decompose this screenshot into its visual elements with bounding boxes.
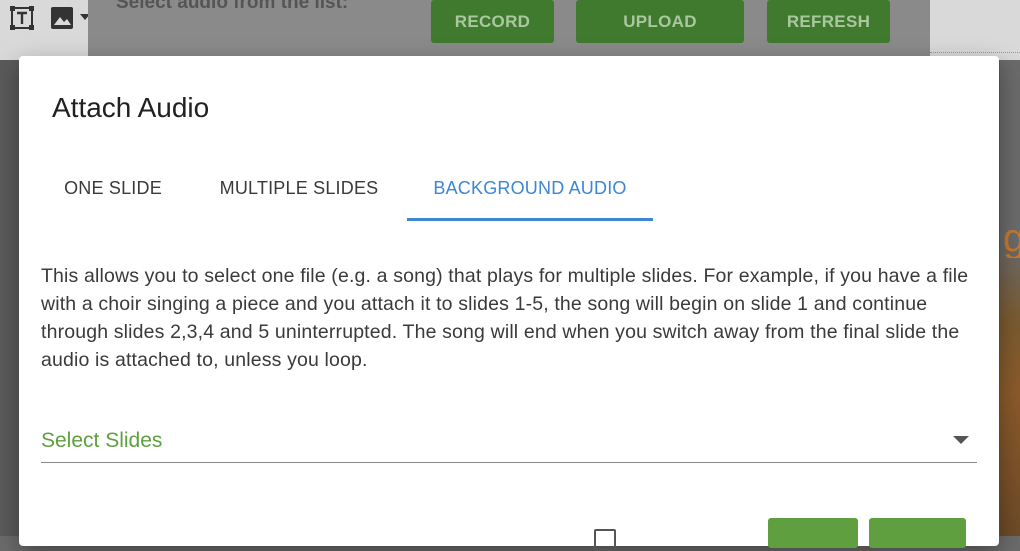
background-audio-description: This allows you to select one file (e.g.… xyxy=(41,265,969,371)
slide-preview-glyph: g xyxy=(1003,218,1020,258)
text-tool-icon[interactable] xyxy=(10,6,34,30)
tab-background-audio[interactable]: BACKGROUND AUDIO xyxy=(407,156,653,220)
record-button[interactable]: RECORD xyxy=(431,0,554,43)
active-tab-indicator xyxy=(407,218,653,221)
tab-bar: ONE SLIDE MULTIPLE SLIDES BACKGROUND AUD… xyxy=(19,156,999,222)
attach-audio-dialog: Attach Audio ONE SLIDE MULTIPLE SLIDES B… xyxy=(19,56,999,551)
refresh-button[interactable]: REFRESH xyxy=(767,0,890,43)
dropdown-arrow-icon xyxy=(953,436,969,444)
select-slides-dropdown[interactable]: Select Slides xyxy=(41,418,977,463)
image-icon[interactable] xyxy=(50,6,74,30)
attach-button[interactable] xyxy=(869,518,966,548)
upload-button[interactable]: UPLOAD xyxy=(576,0,744,43)
dialog-title: Attach Audio xyxy=(52,92,210,123)
loop-checkbox[interactable] xyxy=(594,529,616,551)
audio-list-title: Select audio from the list: xyxy=(116,0,349,13)
select-slides-placeholder: Select Slides xyxy=(41,429,163,452)
slide-preview-edge xyxy=(1000,60,1020,536)
tab-multiple-slides[interactable]: MULTIPLE SLIDES xyxy=(209,156,389,220)
tab-one-slide[interactable]: ONE SLIDE xyxy=(49,156,177,220)
cancel-button[interactable] xyxy=(768,518,858,548)
